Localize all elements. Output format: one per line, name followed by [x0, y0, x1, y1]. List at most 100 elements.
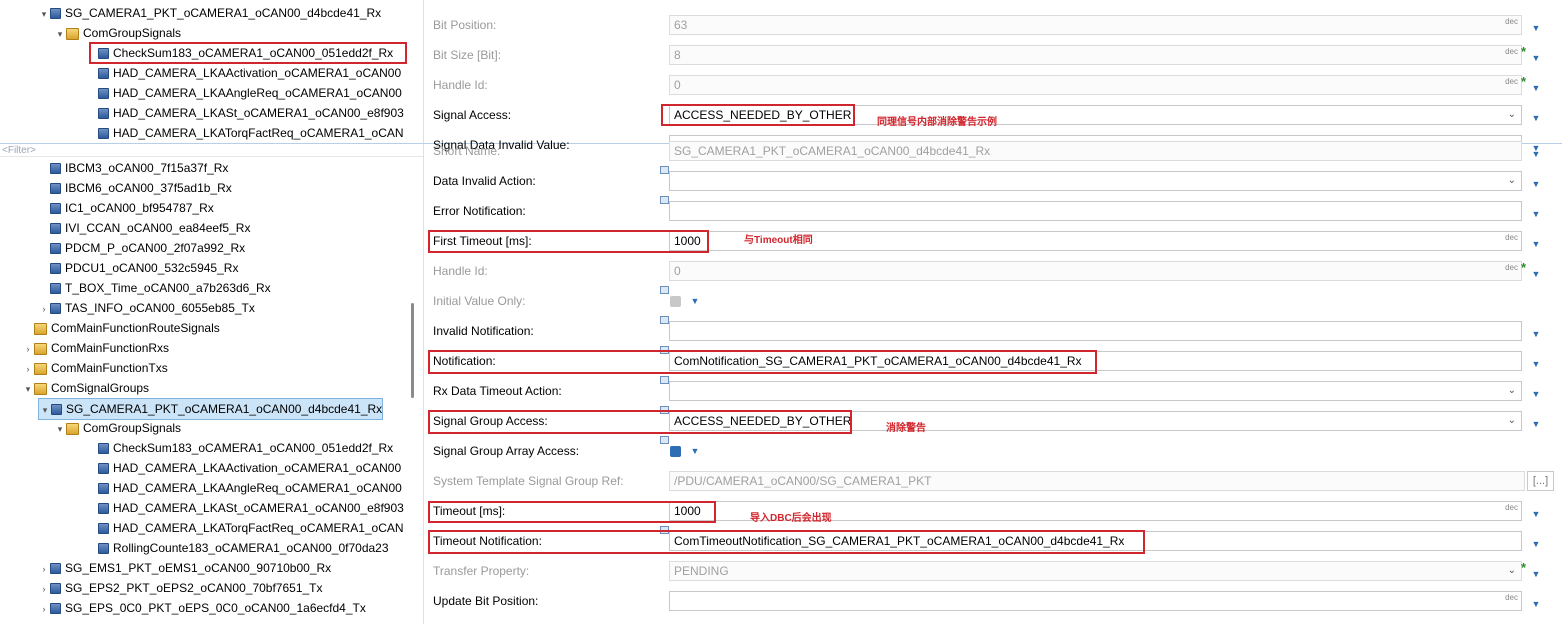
signal-icon [98, 88, 109, 100]
dropdown-chevron-icon[interactable]: ⌄ [1508, 562, 1516, 580]
property-field[interactable]: ⌄ [669, 171, 1522, 191]
property-field[interactable]: /PDU/CAMERA1_oCAN00/SG_CAMERA1_PKT [669, 471, 1525, 491]
tree-node[interactable]: ComMainFunctionRouteSignals [22, 318, 220, 338]
tree-node-label: IC1_oCAN00_bf954787_Rx [65, 201, 214, 215]
tree-node-label: HAD_CAMERA_LKASt_oCAMERA1_oCAN00_e8f903 [113, 106, 404, 120]
tree-node[interactable]: IC1_oCAN00_bf954787_Rx [38, 198, 214, 218]
tree-node[interactable]: ▾ ComSignalGroups [22, 378, 149, 398]
property-field[interactable] [669, 201, 1522, 221]
expand-toggle-icon[interactable]: ▾ [22, 379, 34, 399]
chevron-down-icon[interactable]: ▼ [1531, 239, 1541, 249]
expand-toggle-icon[interactable]: › [38, 579, 50, 599]
tree-node[interactable]: PDCU1_oCAN00_532c5945_Rx [38, 258, 238, 278]
expand-toggle-icon[interactable]: ▾ [54, 419, 66, 439]
chevron-down-icon[interactable]: ▼ [690, 446, 700, 456]
property-field[interactable]: ACCESS_NEEDED_BY_OTHER ⌄ [669, 105, 1522, 125]
chevron-down-icon[interactable]: ▼ [690, 296, 700, 306]
property-field[interactable]: PENDING ⌄ [669, 561, 1522, 581]
chevron-down-icon[interactable]: ▼ [1531, 419, 1541, 429]
tree-node[interactable]: IBCM3_oCAN00_7f15a37f_Rx [38, 158, 228, 178]
property-field[interactable]: dec [669, 591, 1522, 611]
tree-node[interactable]: ▾ ComGroupSignals [54, 418, 181, 438]
tree-node[interactable]: HAD_CAMERA_LKATorqFactReq_oCAMERA1_oCAN [86, 518, 404, 538]
property-field[interactable]: 63 dec [669, 15, 1522, 35]
expand-toggle-icon[interactable]: › [22, 339, 34, 359]
property-field[interactable]: 8 dec [669, 45, 1522, 65]
dropdown-chevron-icon[interactable]: ⌄ [1508, 106, 1516, 124]
chevron-down-icon[interactable]: ▼ [1531, 83, 1541, 93]
chevron-down-icon[interactable]: ▼ [1531, 599, 1541, 609]
tree-node[interactable]: › TAS_INFO_oCAN00_6055eb85_Tx [38, 298, 255, 318]
tree-node[interactable]: HAD_CAMERA_LKAActivation_oCAMERA1_oCAN00 [86, 63, 401, 83]
tree-node[interactable]: HAD_CAMERA_LKATorqFactReq_oCAMERA1_oCAN [86, 123, 404, 143]
tree-node[interactable]: › ComMainFunctionTxs [22, 358, 168, 378]
tree-node-label: ComGroupSignals [83, 26, 182, 40]
signal-icon [98, 523, 109, 535]
tree-node[interactable]: › ComMainFunctionRxs [22, 338, 170, 359]
property-field[interactable]: 0 dec [669, 75, 1522, 95]
tree-node[interactable]: IVI_CCAN_oCAN00_ea84eef5_Rx [38, 218, 250, 238]
chevron-down-icon[interactable]: ▼ [1531, 539, 1541, 549]
browse-button[interactable]: [...] [1527, 471, 1554, 491]
property-field[interactable]: ComTimeoutNotification_SG_CAMERA1_PKT_oC… [669, 531, 1522, 551]
chevron-down-icon[interactable]: ▼ [1531, 23, 1541, 33]
tree-node[interactable]: ▾ SG_CAMERA1_PKT_oCAMERA1_oCAN00_d4bcde41… [38, 398, 384, 420]
chevron-down-icon[interactable]: ▼ [1531, 569, 1541, 579]
tree-node[interactable]: HAD_CAMERA_LKAAngleReq_oCAMERA1_oCAN00 [86, 83, 402, 103]
tree-node[interactable]: › SG_EMS1_PKT_oEMS1_oCAN00_90710b00_Rx [38, 558, 332, 579]
chevron-down-icon[interactable]: ▼ [1531, 113, 1541, 123]
tree-node[interactable]: HAD_CAMERA_LKAActivation_oCAMERA1_oCAN00 [86, 458, 401, 478]
tree-node[interactable]: › SG_EPS_0C0_PKT_oEPS_0C0_oCAN00_1a6ecfd4… [38, 598, 366, 618]
property-field[interactable]: ⌄ [669, 381, 1522, 401]
format-indicator: dec [1505, 233, 1518, 242]
tree-node[interactable]: ▾ ComGroupSignals [54, 23, 181, 43]
expand-toggle-icon[interactable]: ▾ [38, 4, 50, 24]
tree-node[interactable]: CheckSum183_oCAMERA1_oCAN00_051edd2f_Rx [86, 438, 393, 458]
chevron-down-icon[interactable]: ▼ [1531, 509, 1541, 519]
chevron-down-icon[interactable]: ▼ [1531, 53, 1541, 63]
property-label: Timeout [ms]: [433, 504, 506, 518]
tree-node[interactable]: ▾ SG_CAMERA1_PKT_oCAMERA1_oCAN00_d4bcde41… [38, 3, 381, 23]
calculated-star-icon: * [1521, 44, 1527, 59]
expand-toggle-icon[interactable]: › [38, 299, 50, 319]
tree-node[interactable]: CheckSum183_oCAMERA1_oCAN00_051edd2f_Rx [86, 43, 393, 63]
chevron-down-icon[interactable]: ▼ [1531, 389, 1541, 399]
property-field[interactable]: ACCESS_NEEDED_BY_OTHER ⌄ [669, 411, 1522, 431]
tree-node[interactable]: T_BOX_Time_oCAN00_a7b263d6_Rx [38, 278, 271, 298]
chevron-down-icon[interactable]: ▼ [1531, 149, 1541, 159]
expand-toggle-icon[interactable]: › [38, 559, 50, 579]
property-field[interactable]: SG_CAMERA1_PKT_oCAMERA1_oCAN00_d4bcde41_… [669, 141, 1522, 161]
checkbox[interactable] [670, 446, 681, 457]
chevron-down-icon[interactable]: ▼ [1531, 179, 1541, 189]
checkbox[interactable] [670, 296, 681, 307]
dropdown-chevron-icon[interactable]: ⌄ [1508, 412, 1516, 430]
dropdown-chevron-icon[interactable]: ⌄ [1508, 172, 1516, 190]
tree-node[interactable]: PDCM_P_oCAN00_2f07a992_Rx [38, 238, 245, 258]
tree-scrollbar-thumb[interactable] [411, 303, 414, 398]
tree-node[interactable]: HAD_CAMERA_LKAAngleReq_oCAMERA1_oCAN00 [86, 478, 402, 498]
panel-divider[interactable] [423, 0, 424, 624]
property-field[interactable]: ComNotification_SG_CAMERA1_PKT_oCAMERA1_… [669, 351, 1522, 371]
tree-node-label: T_BOX_Time_oCAN00_a7b263d6_Rx [65, 281, 271, 295]
expand-toggle-icon[interactable]: › [22, 359, 34, 379]
property-label: Short Name: [433, 144, 501, 158]
chevron-down-icon[interactable]: ▼ [1531, 209, 1541, 219]
tree-node[interactable]: › SG_EPS2_PKT_oEPS2_oCAN00_70bf7651_Tx [38, 578, 323, 598]
expand-toggle-icon[interactable]: ▾ [54, 24, 66, 44]
signal-icon [98, 483, 109, 495]
tree-node[interactable]: IBCM6_oCAN00_37f5ad1b_Rx [38, 178, 232, 198]
tree-node[interactable]: HAD_CAMERA_LKASt_oCAMERA1_oCAN00_e8f903 [86, 498, 404, 518]
expand-toggle-icon[interactable]: › [38, 599, 50, 619]
property-field[interactable] [669, 321, 1522, 341]
signal-icon [50, 583, 61, 595]
signal-icon [50, 303, 61, 315]
property-field[interactable]: 0 dec [669, 261, 1522, 281]
chevron-down-icon[interactable]: ▼ [1531, 359, 1541, 369]
tree-node[interactable]: RollingCounte183_oCAMERA1_oCAN00_0f70da2… [86, 538, 389, 558]
filter-input[interactable]: <Filter> [0, 143, 424, 157]
tree-node[interactable]: HAD_CAMERA_LKASt_oCAMERA1_oCAN00_e8f903 [86, 103, 404, 123]
chevron-down-icon[interactable]: ▼ [1531, 269, 1541, 279]
chevron-down-icon[interactable]: ▼ [1531, 329, 1541, 339]
dropdown-chevron-icon[interactable]: ⌄ [1508, 382, 1516, 400]
expand-toggle-icon[interactable]: ▾ [39, 400, 51, 420]
